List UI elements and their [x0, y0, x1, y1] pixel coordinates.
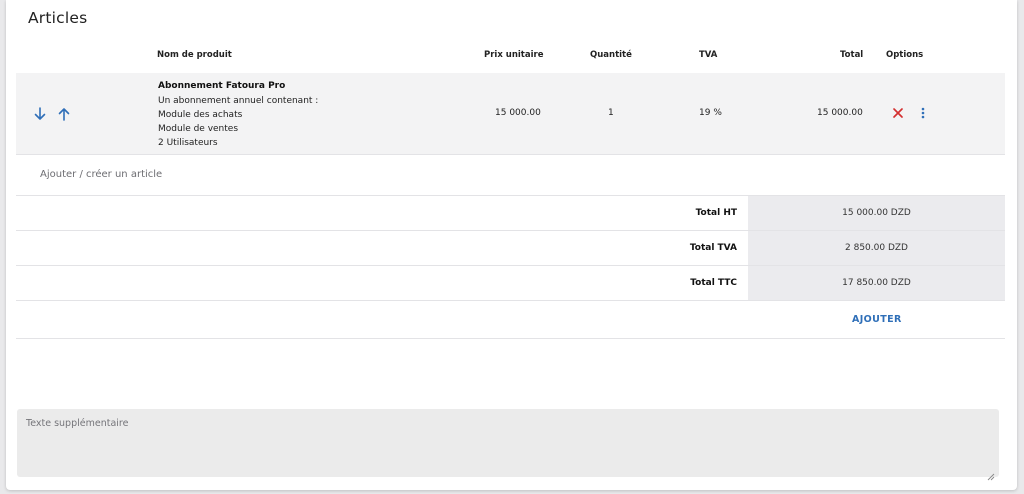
description-line: Module des achats	[158, 110, 243, 120]
total-ht-label: Total HT	[695, 208, 737, 218]
add-article-field[interactable]: Ajouter / créer un article	[16, 155, 1005, 196]
description-line: 2 Utilisateurs	[158, 138, 218, 148]
table-header: Nom de produit Prix unitaire Quantité TV…	[16, 40, 1005, 73]
column-header-tva: TVA	[699, 50, 718, 60]
add-button[interactable]: AJOUTER	[852, 314, 902, 325]
quantity-value[interactable]: 1	[608, 108, 614, 118]
arrow-down-icon[interactable]	[33, 106, 47, 122]
unit-price-value[interactable]: 15 000.00	[495, 108, 541, 118]
articles-card: Articles Nom de produit Prix unitaire Qu…	[6, 0, 1017, 490]
tva-value[interactable]: 19 %	[699, 108, 722, 118]
total-ht-value: 15 000.00 DZD	[748, 196, 1005, 230]
arrow-up-icon[interactable]	[57, 106, 71, 122]
add-row: AJOUTER	[16, 302, 1005, 339]
add-article-placeholder[interactable]: Ajouter / créer un article	[40, 169, 162, 180]
product-name: Abonnement Fatoura Pro	[158, 81, 286, 91]
total-row-tva: Total TVA 2 850.00 DZD	[16, 231, 1005, 266]
extra-text-textarea[interactable]	[17, 409, 999, 477]
resize-handle-icon[interactable]	[987, 466, 995, 481]
line-total-value: 15 000.00	[817, 108, 863, 118]
total-tva-value: 2 850.00 DZD	[748, 231, 1005, 265]
total-row-ht: Total HT 15 000.00 DZD	[16, 196, 1005, 231]
total-row-ttc: Total TTC 17 850.00 DZD	[16, 266, 1005, 301]
close-icon[interactable]	[891, 105, 905, 121]
section-title: Articles	[28, 9, 88, 27]
table-row: Abonnement Fatoura Pro Un abonnement ann…	[16, 73, 1005, 155]
description-line: Module de ventes	[158, 124, 239, 134]
total-ttc-value: 17 850.00 DZD	[748, 266, 1005, 300]
total-tva-label: Total TVA	[689, 243, 737, 253]
column-header-quantity: Quantité	[590, 50, 632, 60]
description-line: Un abonnement annuel contenant :	[158, 96, 319, 106]
kebab-menu-icon[interactable]	[918, 105, 928, 121]
column-header-unit-price: Prix unitaire	[484, 50, 544, 60]
column-header-options: Options	[886, 50, 924, 60]
total-ttc-label: Total TTC	[690, 278, 737, 288]
column-header-product: Nom de produit	[157, 50, 232, 60]
column-header-total: Total	[840, 50, 864, 60]
product-description: Un abonnement annuel contenant : Module …	[158, 94, 418, 150]
totals-table: Total HT 15 000.00 DZD Total TVA 2 850.0…	[16, 196, 1005, 301]
